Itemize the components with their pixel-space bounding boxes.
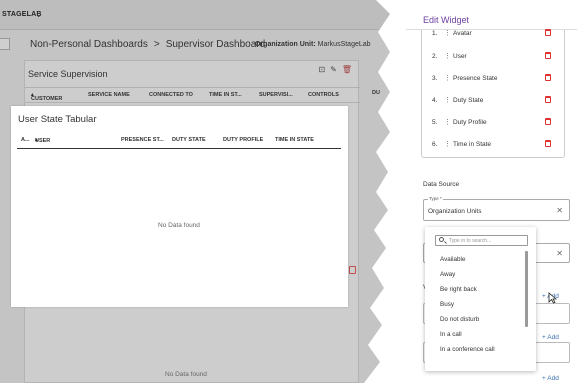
drag-handle-icon[interactable]: ⋮ xyxy=(444,140,451,148)
dropdown-option-in-a-conference-call[interactable]: In a conference call xyxy=(440,346,495,353)
column-controls[interactable]: CONTROLS xyxy=(308,92,339,98)
list-item[interactable]: 2. ⋮ User xyxy=(432,52,562,64)
dropdown-option-busy[interactable]: Busy xyxy=(440,301,454,308)
dropdown-option-be-right-back[interactable]: Be right back xyxy=(440,286,477,293)
list-item[interactable]: 3. ⋮ Presence State xyxy=(432,74,562,86)
drag-handle-icon[interactable]: ⋮ xyxy=(444,74,451,82)
breadcrumb-item-supervisor-dashboard: Supervisor Dashboard xyxy=(165,39,266,50)
delete-icon[interactable] xyxy=(545,118,551,125)
column-duty-state[interactable]: DUTY STATE xyxy=(172,137,206,143)
search-icon xyxy=(439,237,444,242)
no-data-message: No Data found xyxy=(158,222,200,229)
popup-title: User State Tabular xyxy=(18,114,97,125)
delete-icon[interactable] xyxy=(545,74,551,81)
no-data-message: No Data found xyxy=(165,371,207,378)
torn-edge-divider xyxy=(364,0,408,383)
dropdown-option-away[interactable]: Away xyxy=(440,271,455,278)
column-supervision[interactable]: SUPERVISI... xyxy=(259,92,293,98)
top-bar: STAGELAB ⌄ xyxy=(0,0,390,30)
sidebar-toggle-button[interactable] xyxy=(0,38,10,50)
dropdown-scrollbar[interactable] xyxy=(525,251,528,327)
list-item[interactable]: 6. ⋮ Time in State xyxy=(432,140,562,152)
drag-handle-icon[interactable]: ⋮ xyxy=(444,118,451,126)
column-user[interactable]: USER ▴ xyxy=(35,137,50,144)
clear-icon[interactable]: ✕ xyxy=(556,249,563,258)
list-item[interactable]: 4. ⋮ Duty State xyxy=(432,96,562,108)
dropdown-option-do-not-disturb[interactable]: Do not disturb xyxy=(440,316,479,323)
drag-handle-icon[interactable]: ⋮ xyxy=(444,96,451,104)
drag-handle-icon[interactable]: ⋮ xyxy=(444,29,451,37)
add-button[interactable]: + Add xyxy=(542,375,559,382)
user-state-tabular-popup: User State Tabular A... USER ▴ PRESENCE … xyxy=(11,106,348,307)
widget-title: Service Supervision xyxy=(28,69,108,79)
edit-widget-title: Edit Widget xyxy=(423,15,470,25)
column-presence-state[interactable]: PRESENCE ST... xyxy=(121,137,164,143)
column-time-in-state[interactable]: TIME IN STATE xyxy=(275,137,314,143)
add-button[interactable]: + Add xyxy=(542,334,559,341)
clear-icon[interactable]: ✕ xyxy=(556,206,563,215)
organization-unit-label: Organization Unit: xyxy=(255,41,316,48)
search-input[interactable] xyxy=(449,237,525,245)
mouse-cursor-icon xyxy=(548,292,557,304)
column-customer[interactable]: CUSTOMER ▴ xyxy=(31,92,62,102)
drag-handle-icon[interactable]: ⋮ xyxy=(444,52,451,60)
delete-icon[interactable] xyxy=(545,96,551,103)
dropdown-option-in-a-call[interactable]: In a call xyxy=(440,331,462,338)
type-select[interactable]: Type * Organization Units ✕ xyxy=(423,196,570,221)
column-service-name[interactable]: SERVICE NAME xyxy=(88,92,130,98)
organization-unit: Organization Unit: MarkusStageLab xyxy=(255,41,371,48)
delete-icon[interactable] xyxy=(349,266,356,274)
column-duty-profile[interactable]: DUTY PROFILE xyxy=(223,137,263,143)
type-field-value: Organization Units xyxy=(428,208,482,215)
breadcrumb-item-non-personal-dashboards[interactable]: Non-Personal Dashboards xyxy=(30,39,148,50)
breadcrumb-separator: > xyxy=(153,39,160,50)
export-icon[interactable]: ⊡ xyxy=(318,65,325,74)
data-source-label: Data Source xyxy=(423,181,460,188)
dropdown-option-available[interactable]: Available xyxy=(440,256,465,263)
widget-toolbar: ⊡ ✎ 🗑 xyxy=(313,65,352,74)
delete-icon[interactable] xyxy=(545,29,551,36)
table-header: CUSTOMER ▴ SERVICE NAME CONNECTED TO TIM… xyxy=(25,87,360,103)
list-item[interactable]: 1. ⋮ Avatar xyxy=(432,29,562,41)
selected-fields-list: 1. ⋮ Avatar 2. ⋮ User 3. ⋮ Presence Stat… xyxy=(421,29,565,158)
delete-icon[interactable]: 🗑 xyxy=(342,65,352,74)
edit-icon[interactable]: ✎ xyxy=(330,65,337,74)
column-time-in-state[interactable]: TIME IN ST... xyxy=(209,92,242,98)
list-item[interactable]: 5. ⋮ Duty Profile xyxy=(432,118,562,130)
type-field-label: Type * xyxy=(428,196,443,201)
state-dropdown: Available Away Be right back Busy Do not… xyxy=(425,227,536,371)
dropdown-search[interactable] xyxy=(435,235,528,246)
column-connected-to[interactable]: CONNECTED TO xyxy=(149,92,193,98)
table-header: A... USER ▴ PRESENCE ST... DUTY STATE DU… xyxy=(17,136,341,149)
chevron-down-icon[interactable]: ⌄ xyxy=(35,9,43,20)
column-avatar[interactable]: A... xyxy=(21,137,30,143)
delete-icon[interactable] xyxy=(545,52,551,59)
breadcrumb: Non-Personal Dashboards > Supervisor Dashb… xyxy=(30,39,265,50)
delete-icon[interactable] xyxy=(545,140,551,147)
